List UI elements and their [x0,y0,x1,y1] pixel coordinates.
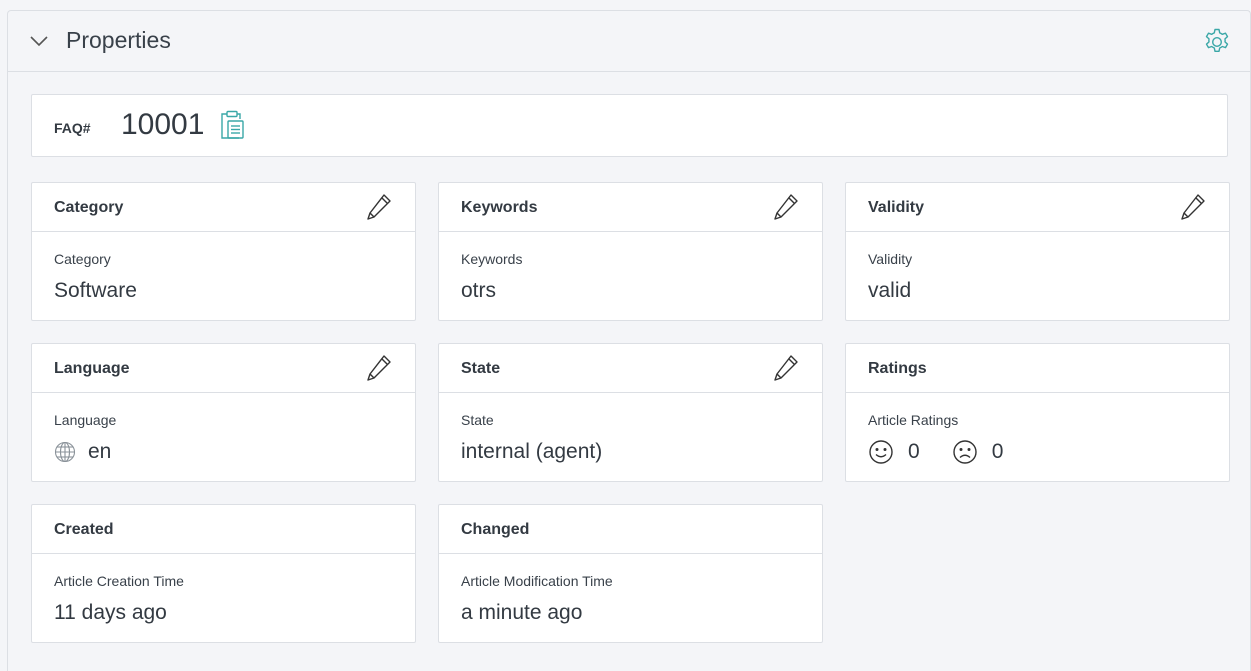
card-title-keywords: Keywords [461,199,538,216]
card-title-category: Category [54,199,124,216]
keywords-card: Keywords Keywords otrs [438,182,823,321]
changed-value: a minute ago [461,601,583,624]
keywords-value: otrs [461,279,497,302]
pencil-icon[interactable] [365,192,393,222]
validity-value: valid [868,279,912,302]
positive-rating-count: 0 [908,440,920,463]
panel-header: Properties [8,11,1250,72]
field-label: Validity [868,251,913,267]
state-card: State State internal (agent) [438,343,823,482]
negative-rating-count: 0 [991,440,1004,463]
created-card: Created Article Creation Time 11 days ag… [31,504,416,643]
ratings-card: Ratings Article Ratings 0 0 [845,343,1230,482]
faq-number: 10001 [121,108,205,141]
language-card: Language Language en [31,343,416,482]
card-header: Changed [439,505,822,554]
pencil-icon[interactable] [772,353,800,383]
field-label: Article Modification Time [461,573,613,589]
changed-card: Changed Article Modification Time a minu… [438,504,823,643]
language-value: en [88,440,112,463]
card-header: Keywords [439,183,822,232]
faq-label: FAQ# [54,120,91,136]
field-label: Article Creation Time [54,573,184,589]
card-header: Created [32,505,415,554]
field-label: Category [54,251,111,267]
card-title-validity: Validity [868,199,925,216]
panel-title[interactable]: Properties [66,27,171,54]
smile-icon [869,440,893,464]
card-header: Category [32,183,415,232]
clipboard-icon[interactable] [219,110,245,140]
ratings-row: 0 0 [868,439,1003,465]
card-title-state: State [461,360,501,377]
created-value: 11 days ago [54,601,167,624]
language-value-row: en [54,439,111,465]
card-title-changed: Changed [461,521,530,538]
field-label: Language [54,412,117,428]
card-title-ratings: Ratings [868,360,927,377]
gear-icon[interactable] [1202,27,1232,57]
card-header: State [439,344,822,393]
field-label: State [461,412,494,428]
card-header: Language [32,344,415,393]
validity-card: Validity Validity valid [845,182,1230,321]
category-value: Software [54,279,137,302]
card-header: Ratings [846,344,1229,393]
card-header: Validity [846,183,1229,232]
pencil-icon[interactable] [365,353,393,383]
pencil-icon[interactable] [1179,192,1207,222]
chevron-down-icon[interactable] [29,34,49,48]
faq-number-box: FAQ# 10001 [31,94,1228,157]
sad-icon [952,440,977,464]
category-card: Category Category Software [31,182,416,321]
card-title-created: Created [54,521,114,538]
field-label: Article Ratings [868,412,959,428]
card-title-language: Language [54,360,130,377]
globe-icon [54,441,76,463]
state-value: internal (agent) [461,440,603,463]
field-label: Keywords [461,251,523,267]
pencil-icon[interactable] [772,192,800,222]
